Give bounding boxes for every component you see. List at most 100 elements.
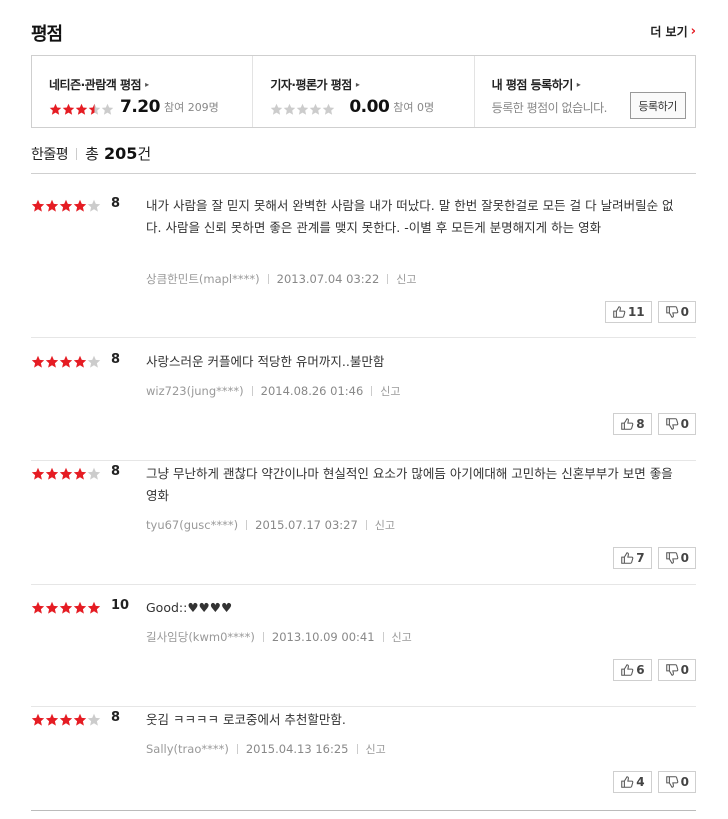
divider [387,274,389,284]
star-icon [59,712,73,726]
critic-score-link[interactable]: 기자·평론가 평점 ▸ [270,76,473,93]
star-icon [322,101,335,115]
review-item: 8 그냥 무난하게 괜찮다 약간이나마 현실적인 요소가 많에듬 아기에대해 고… [31,464,696,585]
star-icon [87,198,101,212]
more-label: 더 보기 [650,25,688,39]
review-score: 8 [111,196,121,211]
review-author[interactable]: wiz723(jung****) [146,384,244,398]
report-link[interactable]: 신고 [396,271,416,287]
vote-buttons: 7 0 [613,547,696,569]
review-meta: 길사임당(kwm0****) 2013.10.09 00:41 신고 [146,629,412,645]
review-score: 10 [111,598,130,613]
star-icon [73,466,87,480]
total-word: 총 [85,145,99,163]
netizen-score-link[interactable]: 네티즌·관람객 평점 ▸ [49,76,252,93]
thumbs-up-icon [621,664,634,676]
dislike-count: 0 [680,551,689,565]
critic-score-section: 기자·평론가 평점 ▸ 0.00 참여 0명 [253,56,475,127]
review-author[interactable]: Sally(trao****) [146,742,229,756]
review-item: 8 사랑스러운 커플에다 적당한 유머까지..불만함 wiz723(jung**… [31,352,696,461]
triangle-right-icon: ▸ [145,80,149,89]
star-icon [73,600,87,614]
divider [31,173,696,174]
netizen-score-label: 네티즌·관람객 평점 [49,78,142,92]
dislike-count: 0 [680,417,689,431]
report-link[interactable]: 신고 [375,517,395,533]
like-count: 11 [627,305,645,319]
star-icon [101,101,114,115]
like-count: 4 [636,775,645,789]
star-icon [73,198,87,212]
review-date: 2015.07.17 03:27 [255,518,358,532]
thumbs-down-icon [665,776,678,788]
star-icon [309,101,322,115]
thumbs-down-icon [665,664,678,676]
star-icon [87,600,101,614]
review-author[interactable]: tyu67(gusc****) [146,518,238,532]
vote-buttons: 11 0 [604,301,696,323]
thumbs-up-icon [621,552,634,564]
like-button[interactable]: 6 [613,659,652,681]
tab-one-line-review[interactable]: 한줄평 [31,144,69,164]
review-tab-header: 한줄평 총 205 건 [31,143,151,164]
report-link[interactable]: 신고 [380,383,400,399]
netizen-participant-count: 참여 209명 [163,101,219,114]
report-link[interactable]: 신고 [392,629,412,645]
thumbs-up-icon [621,418,634,430]
like-button[interactable]: 8 [613,413,652,435]
star-icon [296,101,309,115]
like-button[interactable]: 11 [604,301,652,323]
like-button[interactable]: 7 [613,547,652,569]
review-author[interactable]: 길사임당(kwm0****) [146,629,255,645]
star-icon [59,198,73,212]
review-date: 2013.10.09 00:41 [271,630,375,644]
star-icon [87,354,101,368]
review-item: 8 내가 사람을 잘 믿지 못해서 완벽한 사람을 내가 떠났다. 말 한번 잘… [31,196,696,338]
review-date: 2015.04.13 16:25 [245,742,349,756]
star-icon [73,712,87,726]
chevron-right-icon: › [690,24,696,39]
dislike-button[interactable]: 0 [657,301,696,323]
thumbs-up-icon [621,776,634,788]
star-icon [45,354,59,368]
star-icon [59,600,73,614]
my-score-label: 내 평점 등록하기 [491,78,574,92]
vote-buttons: 6 0 [613,659,696,681]
my-score-link[interactable]: 내 평점 등록하기 ▸ [492,76,695,93]
star-icon [59,466,73,480]
star-icon [62,101,75,115]
critic-score-value: 0.00 [349,97,390,117]
review-item: 8 웃김 ㅋㅋㅋㅋ 로코중에서 추천할만함. Sally(trao****) 2… [31,710,696,810]
divider [365,520,367,530]
netizen-score-value: 7.20 [120,97,160,117]
dislike-button[interactable]: 0 [657,771,696,793]
star-icon [73,354,87,368]
star-icon [88,101,101,115]
review-star-rating [31,600,101,614]
review-text: 사랑스러운 커플에다 적당한 유머까지..불만함 [146,354,385,369]
review-star-rating [31,354,101,368]
score-box: 네티즌·관람객 평점 ▸ 7.20 참여 209명 기자·평론가 평점 ▸ 0.… [31,55,696,128]
star-icon [45,600,59,614]
star-icon [87,712,101,726]
review-date: 2013.07.04 03:22 [276,272,380,286]
like-button[interactable]: 4 [613,771,652,793]
triangle-right-icon: ▸ [576,80,581,89]
more-link[interactable]: 더 보기 › [650,23,696,40]
like-count: 8 [636,417,645,431]
dislike-button[interactable]: 0 [657,659,696,681]
divider [356,744,358,754]
review-text: Good::♥♥♥♥ [146,600,233,615]
review-author[interactable]: 상큼한민트(mapl****) [146,271,260,287]
register-score-button[interactable]: 등록하기 [629,92,686,119]
report-link[interactable]: 신고 [366,741,386,757]
review-star-rating [31,198,101,212]
divider [371,386,373,396]
review-meta: 상큼한민트(mapl****) 2013.07.04 03:22 신고 [146,271,417,287]
netizen-score-section: 네티즌·관람객 평점 ▸ 7.20 참여 209명 [32,56,254,127]
header-title: 평점 [31,24,63,45]
star-icon [31,354,45,368]
dislike-button[interactable]: 0 [657,547,696,569]
dislike-button[interactable]: 0 [657,413,696,435]
divider [251,386,253,396]
